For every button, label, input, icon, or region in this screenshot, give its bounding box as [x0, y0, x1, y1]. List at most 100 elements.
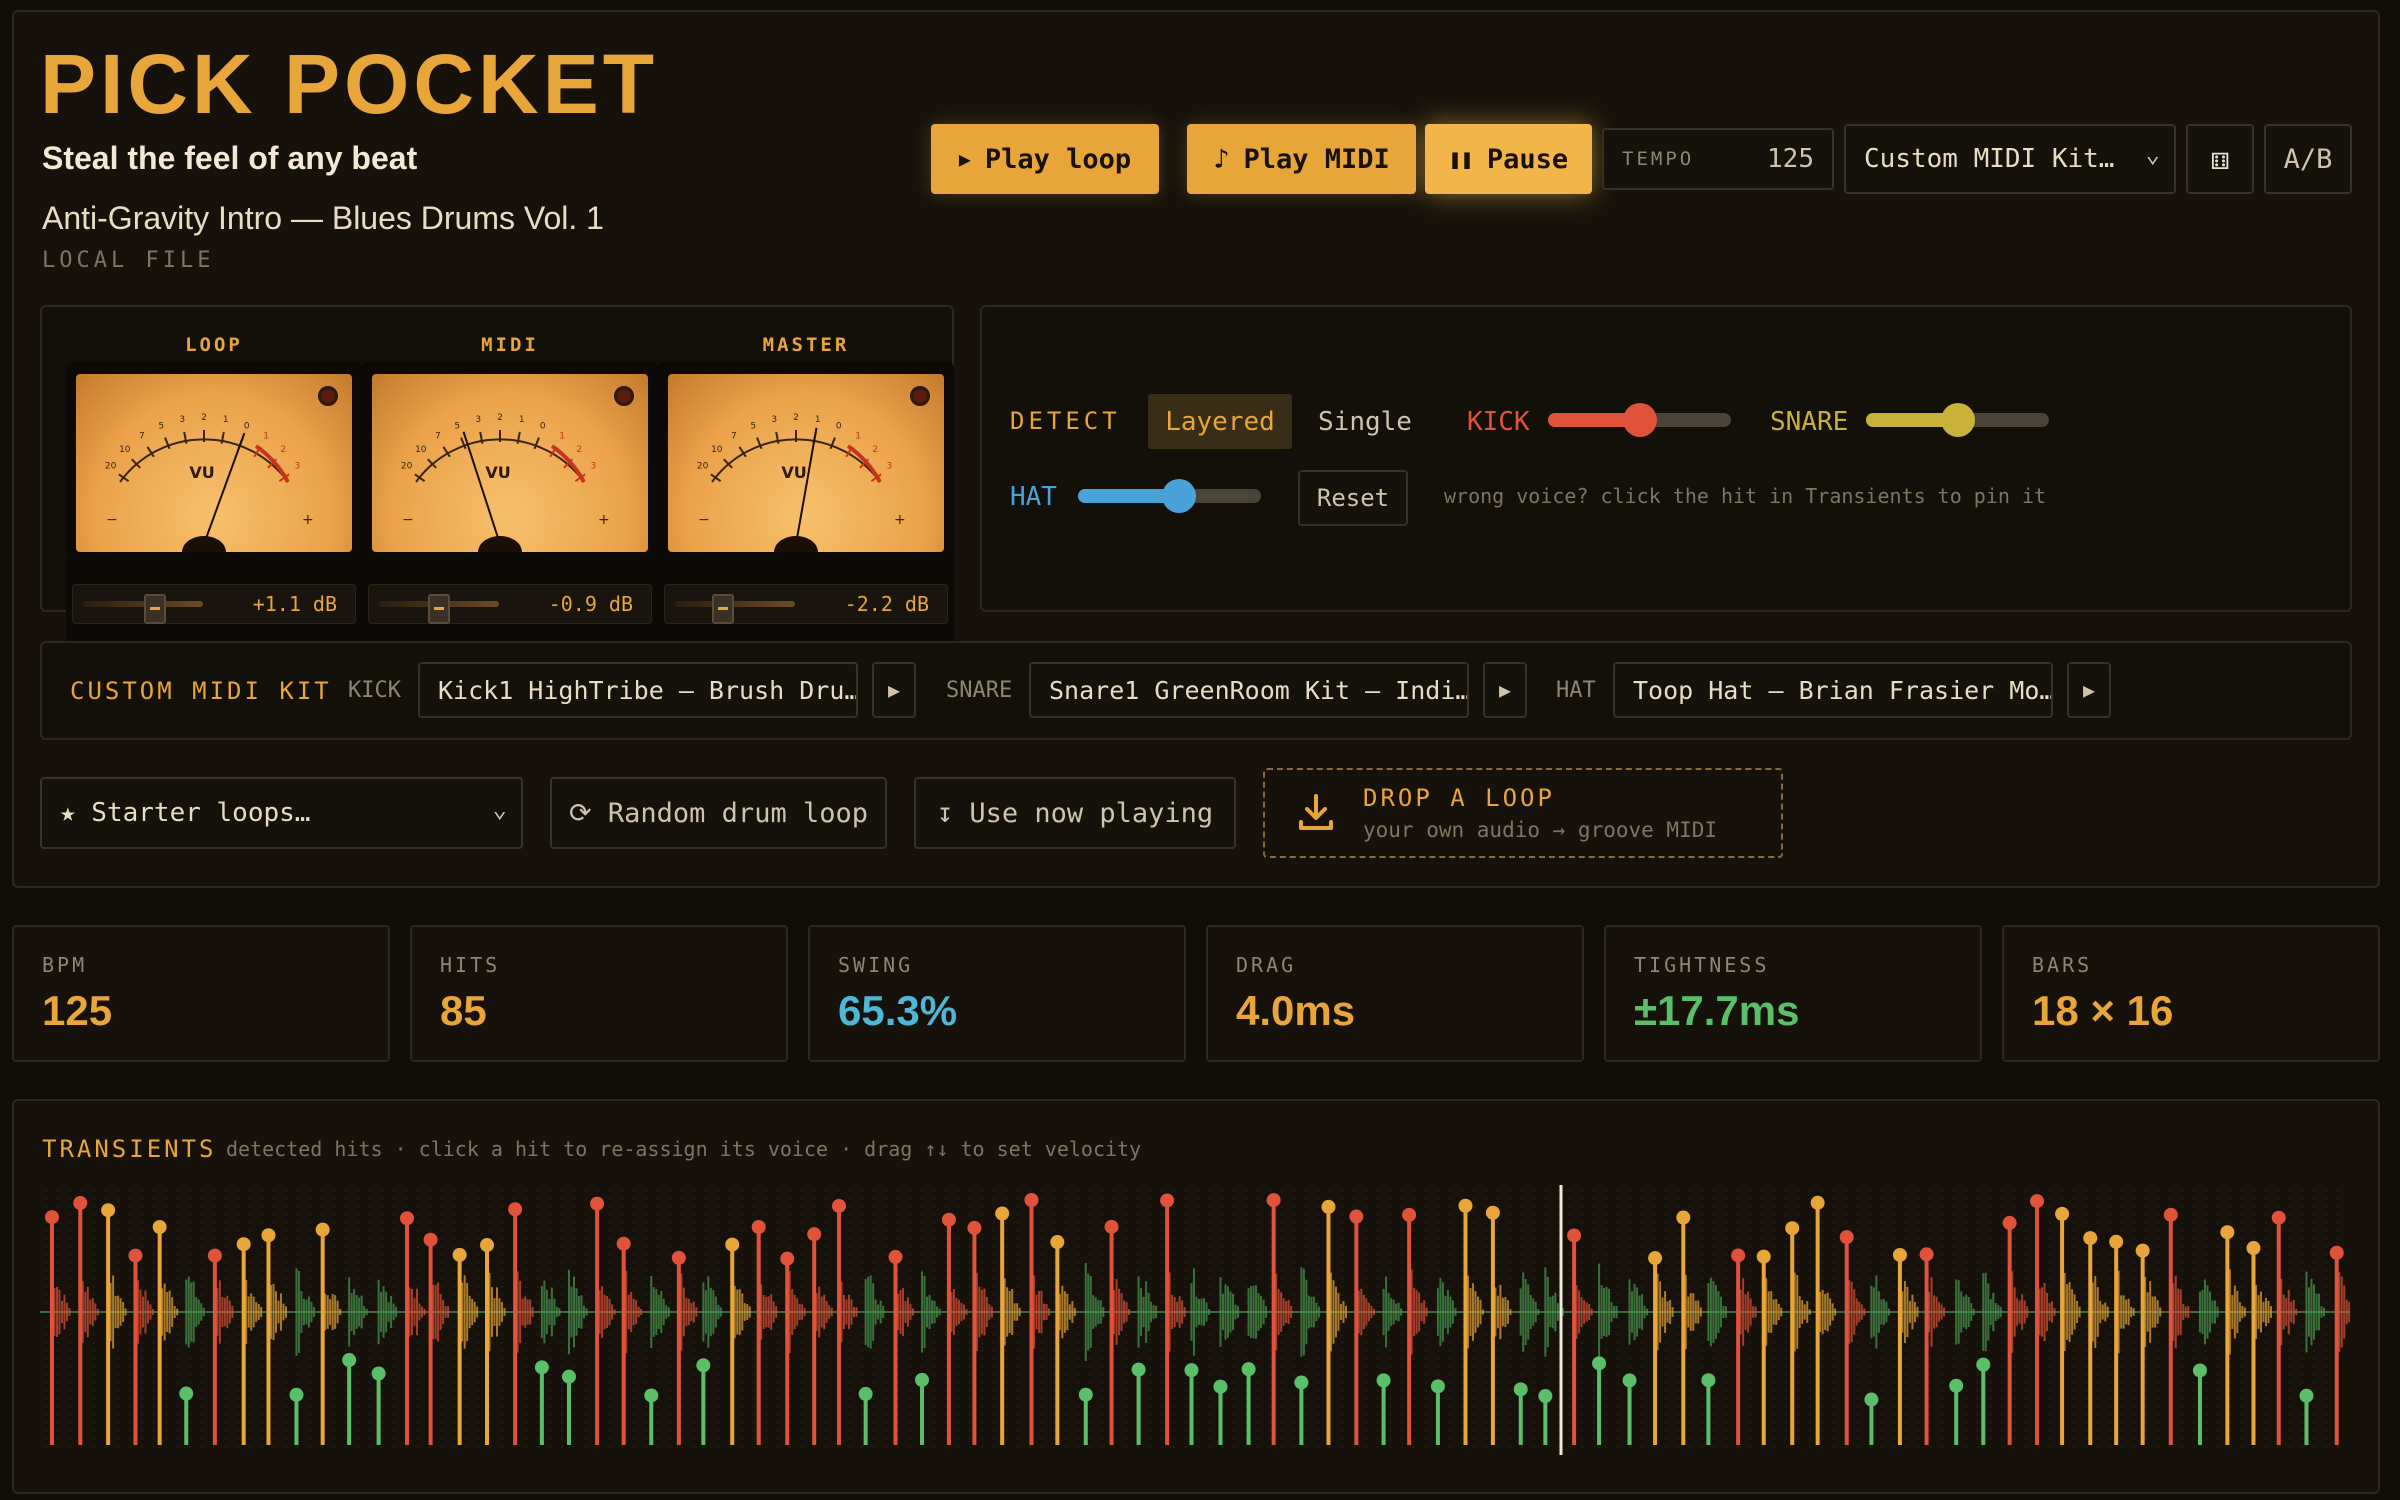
play-midi-button[interactable]: ♪ Play MIDI: [1187, 124, 1416, 194]
hit-hat[interactable]: [236, 1237, 251, 1445]
hit-hat[interactable]: [2220, 1225, 2235, 1445]
hit-kick[interactable]: [179, 1386, 194, 1445]
snare-slider[interactable]: [1866, 403, 2049, 437]
preview-hat-button[interactable]: ▶: [2067, 662, 2111, 718]
hit-hat[interactable]: [315, 1222, 330, 1445]
hit-hat[interactable]: [2109, 1234, 2124, 1445]
hit-hat[interactable]: [1050, 1235, 1065, 1445]
hat-slider-knob[interactable]: [1161, 479, 1196, 513]
hit-snare[interactable]: [671, 1250, 686, 1445]
hit-kick[interactable]: [1131, 1362, 1146, 1445]
hit-kick[interactable]: [1078, 1387, 1093, 1445]
kick-slider-knob[interactable]: [1622, 403, 1657, 437]
stat-hits: HITS 85: [410, 925, 788, 1062]
hit-snare[interactable]: [207, 1248, 222, 1445]
hit-kick[interactable]: [1241, 1362, 1256, 1445]
hit-kick[interactable]: [534, 1360, 549, 1445]
hit-kick[interactable]: [644, 1388, 659, 1445]
hit-hat[interactable]: [480, 1238, 495, 1445]
hit-kick[interactable]: [1538, 1389, 1553, 1445]
kick-slider[interactable]: [1548, 403, 1731, 437]
meter-face: 20 10 7 5 3 2 1 0 1 2 3 VU − +: [372, 374, 648, 552]
pause-button[interactable]: ❚❚ Pause: [1425, 124, 1592, 194]
hit-kick[interactable]: [1864, 1392, 1879, 1445]
music-note-icon: ♪: [1213, 143, 1230, 175]
hit-hat[interactable]: [1892, 1247, 1907, 1445]
drop-loop-zone[interactable]: DROP A LOOP your own audio → groove MIDI: [1263, 768, 1783, 858]
preview-snare-button[interactable]: ▶: [1483, 662, 1527, 718]
hat-slider[interactable]: [1078, 479, 1261, 513]
svg-text:VU: VU: [485, 463, 510, 482]
track-title: Anti-Gravity Intro — Blues Drums Vol. 1: [42, 200, 604, 236]
hit-kick[interactable]: [915, 1372, 930, 1445]
play-icon: ▶: [1498, 678, 1512, 702]
hit-kick[interactable]: [1294, 1375, 1309, 1445]
hit-kick[interactable]: [289, 1387, 304, 1445]
gain-fader[interactable]: [428, 594, 450, 624]
svg-text:0: 0: [244, 421, 250, 431]
svg-text:2: 2: [497, 413, 503, 423]
svg-text:10: 10: [711, 445, 723, 455]
stat-value: 4.0ms: [1236, 987, 1356, 1034]
dice-button[interactable]: ⚅: [2186, 124, 2254, 194]
gain-fader[interactable]: [144, 594, 166, 624]
hit-kick[interactable]: [1513, 1382, 1528, 1445]
hit-kick[interactable]: [1622, 1373, 1637, 1445]
hit-hat[interactable]: [1756, 1249, 1771, 1445]
hit-hat[interactable]: [725, 1237, 740, 1445]
hit-kick[interactable]: [1213, 1379, 1228, 1445]
meter-face: 20 10 7 5 3 2 1 0 1 2 3 VU − +: [76, 374, 352, 552]
hit-kick[interactable]: [2192, 1363, 2207, 1445]
hit-kick[interactable]: [342, 1353, 357, 1445]
snare-slider-knob[interactable]: [1940, 403, 1975, 437]
stat-drag: DRAG 4.0ms: [1206, 925, 1584, 1062]
gain-db: -0.9 dB: [548, 592, 633, 616]
svg-text:1: 1: [559, 431, 565, 441]
reset-button[interactable]: Reset: [1298, 470, 1408, 526]
hit-hat[interactable]: [1648, 1251, 1663, 1445]
play-loop-button[interactable]: ▶ Play loop: [931, 124, 1159, 194]
hat-sample-select[interactable]: Toop Hat — Brian Frasier Mo…: [1613, 662, 2053, 718]
clip-led-icon: [318, 386, 338, 406]
tempo-value: 125: [1767, 144, 1814, 174]
hit-kick[interactable]: [858, 1386, 873, 1445]
hit-kick[interactable]: [371, 1366, 386, 1445]
snare-sample-select[interactable]: Snare1 GreenRoom Kit — Indi…: [1029, 662, 1469, 718]
vu-meter-master: MASTER 20 10 7 5 3 2 1 0 1 2 3 VU − + -2.2 dB: [658, 334, 954, 657]
random-loop-button[interactable]: ⟳ Random drum loop: [550, 777, 887, 849]
hit-kick[interactable]: [1949, 1378, 1964, 1445]
hit-kick[interactable]: [1430, 1379, 1445, 1445]
transients-view[interactable]: [40, 1180, 2350, 1460]
hit-kick[interactable]: [696, 1358, 711, 1445]
hit-snare[interactable]: [128, 1248, 143, 1445]
ab-button[interactable]: A/B: [2264, 124, 2352, 194]
preview-kick-button[interactable]: ▶: [872, 662, 916, 718]
gain-fader[interactable]: [712, 594, 734, 624]
hit-snare[interactable]: [888, 1249, 903, 1445]
play-icon: ▶: [958, 147, 971, 171]
kick-sample-select[interactable]: Kick1 HighTribe — Brush Dru…: [418, 662, 858, 718]
hit-kick[interactable]: [1376, 1373, 1391, 1445]
hit-hat[interactable]: [2135, 1243, 2150, 1445]
hit-snare[interactable]: [780, 1251, 795, 1445]
mode-layered[interactable]: Layered: [1148, 394, 1292, 449]
transients-hint: detected hits · click a hit to re-assign…: [226, 1137, 1142, 1161]
kit-snare-label: SNARE: [946, 678, 1013, 703]
hit-kick[interactable]: [1184, 1363, 1199, 1445]
tempo-field[interactable]: TEMPO 125: [1602, 128, 1834, 190]
hit-snare[interactable]: [616, 1236, 631, 1445]
hit-hat[interactable]: [2246, 1241, 2261, 1445]
hit-snare[interactable]: [1731, 1248, 1746, 1445]
svg-text:3: 3: [591, 462, 597, 472]
starter-loops-select[interactable]: ★ Starter loops… ⌄: [40, 777, 523, 849]
svg-text:+: +: [894, 512, 906, 528]
mode-single[interactable]: Single: [1310, 394, 1420, 449]
hit-snare[interactable]: [1567, 1228, 1582, 1445]
use-now-playing-button[interactable]: ↧ Use now playing: [914, 777, 1236, 849]
svg-text:10: 10: [119, 445, 131, 455]
hit-kick[interactable]: [2299, 1388, 2314, 1445]
kit-select[interactable]: Custom MIDI Kit… ⌄: [1844, 124, 2176, 194]
hit-kick[interactable]: [1701, 1373, 1716, 1445]
svg-text:3: 3: [295, 462, 301, 472]
hit-snare[interactable]: [751, 1219, 766, 1445]
